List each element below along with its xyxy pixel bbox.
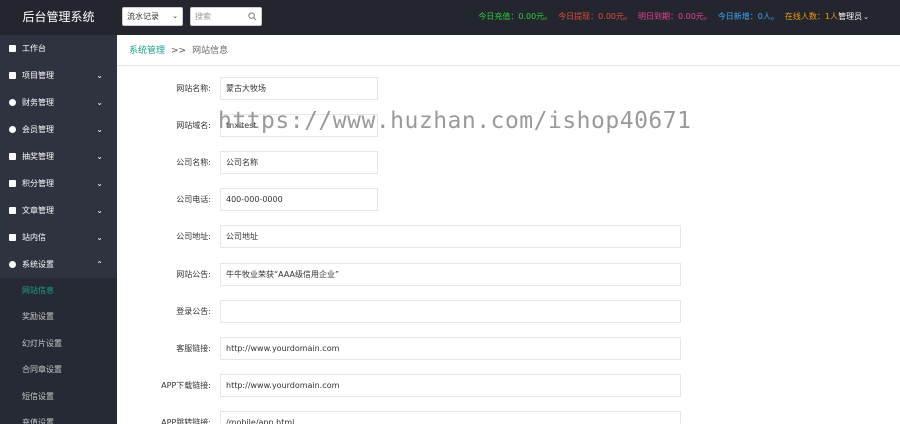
- sidebar-item-label: 会员管理: [22, 125, 54, 134]
- dashboard-icon: [9, 45, 16, 52]
- watermark: https://www.huzhan.com/ishop40671: [218, 108, 692, 134]
- form-row-app-download-link: APP下载链接: http://www.yourdomain.com: [117, 374, 900, 397]
- login-notice-field[interactable]: [220, 300, 681, 323]
- company-address-field[interactable]: 公司地址: [220, 225, 681, 248]
- form-row-site-name: 网站名称: 蒙古大牧场: [117, 77, 900, 100]
- breadcrumb-current: 网站信息: [192, 46, 229, 56]
- stat-today-withdraw: 今日提现：0.00元。: [558, 12, 632, 21]
- chevron-down-icon: ⌄: [96, 206, 103, 215]
- field-label: 公司名称:: [176, 158, 211, 167]
- sidebar-item-points[interactable]: 积分管理 ⌄: [0, 170, 117, 197]
- record-type-select[interactable]: 流水记录 ⌄: [122, 7, 183, 26]
- field-label: 公司电话:: [176, 195, 211, 204]
- article-icon: [9, 207, 16, 214]
- sidebar-item-lottery[interactable]: 抽奖管理 ⌄: [0, 143, 117, 170]
- site-name-field[interactable]: 蒙古大牧场: [220, 77, 378, 100]
- sidebar-subitem-slideshow-settings[interactable]: 幻灯片设置: [0, 331, 117, 357]
- field-label: APP跳转链接:: [161, 418, 211, 424]
- gear-icon: [9, 261, 16, 268]
- sidebar-item-articles[interactable]: 文章管理 ⌄: [0, 197, 117, 224]
- system-settings-submenu: 网站信息 奖励设置 幻灯片设置 合同章设置 短信设置 充值设置: [0, 278, 117, 424]
- sidebar-item-messages[interactable]: 站内信 ⌄: [0, 224, 117, 251]
- sidebar-item-dashboard[interactable]: 工作台: [0, 35, 117, 62]
- search-icon[interactable]: [248, 12, 257, 21]
- sidebar-subitem-recharge-settings[interactable]: 充值设置: [0, 410, 117, 424]
- stats-bar: 今日充值：0.00元。 今日提现：0.00元。 明日到期：0.00元。 今日新增：0人…: [472, 0, 838, 35]
- chevron-down-icon: ⌄: [96, 71, 103, 80]
- form-row-company-phone: 公司电话: 400-000-0000: [117, 188, 900, 211]
- field-label: 公司地址:: [176, 232, 211, 241]
- chevron-down-icon: ⌄: [96, 152, 103, 161]
- sidebar-subitem-site-info[interactable]: 网站信息: [0, 278, 117, 304]
- money-icon: [9, 99, 16, 106]
- chevron-down-icon: ⌄: [96, 125, 103, 134]
- field-label: 网站名称:: [176, 84, 211, 93]
- sidebar-item-system-settings[interactable]: 系统设置 ⌃: [0, 251, 117, 278]
- service-link-field[interactable]: http://www.yourdomain.com: [220, 337, 681, 360]
- stat-today-recharge: 今日充值：0.00元。: [478, 12, 553, 21]
- chevron-down-icon: ⌄: [172, 12, 178, 20]
- app-download-link-field[interactable]: http://www.yourdomain.com: [220, 374, 681, 397]
- sidebar-subitem-reward-settings[interactable]: 奖励设置: [0, 304, 117, 330]
- sidebar-item-label: 财务管理: [22, 98, 54, 107]
- company-phone-field[interactable]: 400-000-0000: [220, 188, 378, 211]
- company-name-field[interactable]: 公司名称: [220, 151, 378, 174]
- form-row-company-address: 公司地址: 公司地址: [117, 225, 900, 248]
- breadcrumb-parent[interactable]: 系统管理: [129, 46, 165, 56]
- sidebar-item-members[interactable]: 会员管理 ⌄: [0, 116, 117, 143]
- chevron-down-icon: ⌄: [96, 179, 103, 188]
- app-redirect-link-field[interactable]: /mobile/app.html: [220, 411, 681, 424]
- gift-icon: [9, 153, 16, 160]
- breadcrumb: 系统管理 >> 网站信息: [117, 35, 900, 66]
- form-row-app-redirect-link: APP跳转链接: /mobile/app.html: [117, 411, 900, 424]
- top-bar: 后台管理系统 流水记录 ⌄ 搜索 今日充值：0.00元。 今日提现：0.00元。明…: [0, 0, 900, 35]
- field-label: 网站域名:: [176, 121, 211, 130]
- chevron-up-icon: ⌃: [96, 260, 103, 269]
- main-content: 系统管理 >> 网站信息 网站名称: 蒙古大牧场 网站域名: tnxitest 公司…: [117, 35, 900, 424]
- record-type-select-value: 流水记录: [127, 12, 159, 21]
- stat-today-new: 今日新增：0人。: [717, 12, 779, 21]
- chevron-down-icon: ⌄: [863, 13, 869, 21]
- chevron-down-icon: ⌄: [96, 233, 103, 242]
- admin-menu[interactable]: 管理员⌄: [838, 0, 869, 35]
- sidebar-item-label: 抽奖管理: [22, 152, 54, 161]
- sidebar-subitem-contract-seal[interactable]: 合同章设置: [0, 357, 117, 383]
- sidebar-item-label: 工作台: [22, 44, 46, 53]
- sidebar-subitem-sms-settings[interactable]: 短信设置: [0, 384, 117, 410]
- site-notice-field[interactable]: 牛牛牧业荣获“AAA级信用企业”: [220, 263, 681, 286]
- field-label: 网站公告:: [176, 270, 211, 279]
- field-label: 客服链接:: [176, 344, 211, 353]
- sidebar-item-finance[interactable]: 财务管理 ⌄: [0, 89, 117, 116]
- stat-tomorrow-due: 明日到期：0.00元。: [638, 12, 712, 21]
- form-row-login-notice: 登录公告:: [117, 300, 900, 323]
- search-placeholder: 搜索: [195, 12, 211, 21]
- sidebar: 工作台 项目管理 ⌄ 财务管理 ⌄ 会员管理 ⌄ 抽奖管理 ⌄ 积分管理 ⌄ 文…: [0, 35, 117, 424]
- search-input[interactable]: 搜索: [190, 7, 262, 26]
- sidebar-item-label: 站内信: [22, 233, 46, 242]
- field-label: APP下载链接:: [161, 381, 211, 390]
- chevron-down-icon: ⌄: [96, 98, 103, 107]
- user-icon: [9, 126, 16, 133]
- stat-online: 在线人数：1人: [784, 12, 838, 21]
- breadcrumb-separator: >>: [171, 46, 187, 56]
- document-icon: [9, 72, 16, 79]
- sidebar-item-label: 系统设置: [22, 260, 54, 269]
- form-row-company-name: 公司名称: 公司名称: [117, 151, 900, 174]
- message-icon: [9, 234, 16, 241]
- sidebar-item-label: 积分管理: [22, 179, 54, 188]
- sidebar-item-label: 项目管理: [22, 71, 54, 80]
- admin-label: 管理员: [838, 12, 863, 21]
- brand-title: 后台管理系统: [22, 10, 95, 24]
- field-label: 登录公告:: [176, 307, 211, 316]
- form-row-service-link: 客服链接: http://www.yourdomain.com: [117, 337, 900, 360]
- points-icon: [9, 180, 16, 187]
- sidebar-item-label: 文章管理: [22, 206, 54, 215]
- sidebar-item-projects[interactable]: 项目管理 ⌄: [0, 62, 117, 89]
- form-row-site-notice: 网站公告: 牛牛牧业荣获“AAA级信用企业”: [117, 263, 900, 286]
